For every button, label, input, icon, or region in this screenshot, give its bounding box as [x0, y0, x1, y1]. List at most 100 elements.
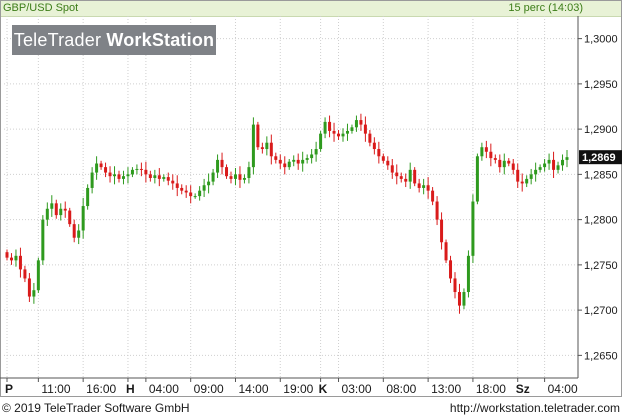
candle-body — [296, 159, 300, 164]
candle-body — [386, 160, 390, 166]
candle-body — [301, 159, 305, 164]
candle-body — [45, 208, 49, 220]
candle-body — [390, 165, 394, 173]
candle-body — [162, 177, 166, 179]
candle-body — [229, 176, 233, 179]
candle-body — [520, 181, 524, 184]
candle-body — [202, 185, 206, 191]
candle-body — [516, 169, 520, 182]
candle-body — [130, 169, 134, 175]
candle-body — [166, 177, 170, 181]
candle-body — [99, 163, 103, 168]
footer-url-link[interactable]: http://workstation.teletrader.com — [450, 399, 620, 417]
x-tick-label: K — [319, 382, 328, 396]
candle-body — [242, 177, 246, 180]
candle-body — [180, 187, 184, 191]
candle-body — [457, 292, 461, 306]
candle-body — [59, 208, 63, 216]
y-tick-label: 1,2800 — [584, 215, 618, 227]
footer: © 2019 TeleTrader Software GmbH http://w… — [0, 399, 624, 417]
y-tick-label: 1,3000 — [584, 34, 618, 46]
candle-body — [95, 163, 99, 173]
candle-body — [220, 159, 224, 168]
x-tick-label: 09:00 — [194, 382, 224, 396]
x-tick-label: 13:00 — [431, 382, 461, 396]
candle-body — [404, 178, 408, 182]
candle-body — [462, 292, 466, 306]
candles — [5, 113, 569, 314]
candle-body — [565, 157, 569, 160]
candle-body — [233, 174, 237, 179]
candle-body — [32, 290, 36, 297]
candle-body — [431, 190, 435, 202]
candle-body — [547, 159, 551, 164]
x-tick-label: 16:00 — [86, 382, 116, 396]
candle-body — [417, 183, 421, 188]
candle-body — [332, 130, 336, 134]
candle-body — [543, 163, 547, 168]
copyright-text: © 2019 TeleTrader Software GmbH — [2, 401, 190, 415]
candle-body — [328, 121, 332, 131]
candle-body — [507, 160, 511, 164]
candle-body — [283, 163, 287, 168]
candle-body — [36, 260, 40, 291]
candle-body — [193, 196, 197, 198]
candle-body — [471, 201, 475, 256]
candle-body — [426, 185, 430, 191]
candle-body — [319, 133, 323, 150]
candle-body — [292, 159, 296, 162]
candle-body — [139, 168, 143, 170]
candle-body — [86, 187, 90, 207]
y-tick-label: 1,2950 — [584, 79, 618, 91]
candle-body — [413, 169, 417, 184]
candle-body — [9, 257, 13, 261]
candle-body — [493, 158, 497, 160]
candle-body — [341, 133, 345, 137]
candle-body — [72, 224, 76, 238]
candle-body — [63, 208, 67, 211]
candle-body — [422, 185, 426, 188]
candle-body — [238, 174, 242, 180]
candle-body — [269, 142, 273, 157]
candle-body — [153, 175, 157, 178]
candle-body — [449, 260, 453, 279]
candle-body — [377, 149, 381, 157]
candle-body — [484, 147, 488, 152]
candle-body — [260, 147, 264, 150]
candle-body — [211, 172, 215, 182]
candle-body — [90, 172, 94, 188]
y-tick-label: 1,2850 — [584, 169, 618, 181]
candle-body — [278, 159, 282, 164]
candle-body — [18, 255, 22, 270]
candle-body — [399, 176, 403, 179]
candle-body — [216, 159, 220, 173]
candle-body — [247, 167, 251, 178]
candle-body — [337, 133, 341, 137]
candle-body — [440, 219, 444, 243]
candle-body — [556, 165, 560, 170]
price-chart[interactable]: 1,2650 1,2700 1,2750 1,2800 1,2850 1,2900 1,29… — [0, 0, 624, 397]
candle-body — [68, 210, 72, 225]
x-tick-label: 08:00 — [386, 382, 416, 396]
candle-body — [189, 192, 193, 197]
candle-body — [148, 174, 152, 178]
y-tick-label: 1,2700 — [584, 305, 618, 317]
x-tick-label: 19:00 — [283, 382, 313, 396]
candle-body — [108, 172, 112, 177]
candle-body — [251, 124, 255, 168]
last-price-label: 1,2869 — [582, 152, 616, 164]
candle-body — [314, 149, 318, 155]
y-tick-label: 1,2900 — [584, 124, 618, 136]
x-axis: P 11:00 16:00 H 04:00 09:00 14:00 19:00 K 03:00 08… — [0, 377, 578, 396]
candle-body — [77, 230, 81, 238]
candle-body — [466, 255, 470, 293]
x-tick-label: 14:00 — [238, 382, 268, 396]
candle-body — [502, 160, 506, 168]
candle-body — [305, 158, 309, 160]
candle-body — [41, 219, 45, 261]
x-tick-label: Sz — [516, 382, 530, 396]
candle-body — [538, 167, 542, 170]
x-tick-label: 03:00 — [342, 382, 372, 396]
candle-body — [184, 190, 188, 193]
candle-body — [126, 174, 130, 177]
